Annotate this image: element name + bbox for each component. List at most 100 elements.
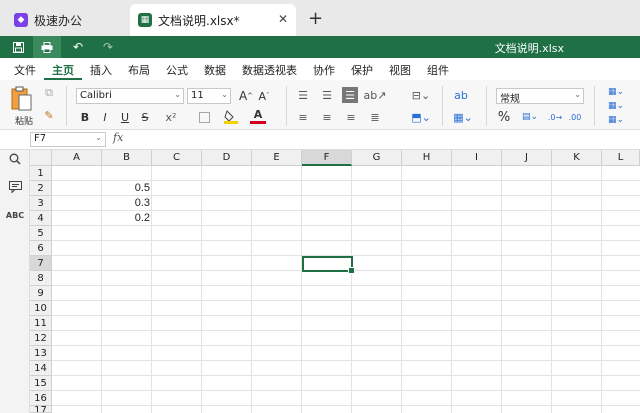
paste-button[interactable] [10, 86, 34, 112]
menu-protect[interactable]: 保护 [343, 58, 381, 80]
row-header[interactable]: 9 [30, 286, 52, 301]
copy-icon[interactable]: ⧉ [42, 86, 56, 100]
number-format-select[interactable]: 常规 ⌄ [496, 88, 584, 105]
column-header-e[interactable]: E [252, 150, 302, 166]
insert-cells-icon[interactable]: ▦⌄ [604, 86, 628, 98]
format-cells-icon[interactable]: ▦⌄ [604, 114, 628, 126]
menu-formula[interactable]: 公式 [158, 58, 196, 80]
spellcheck-icon[interactable]: ABC [6, 208, 24, 222]
cell-b4[interactable]: 0.2 [102, 211, 152, 226]
column-header-l[interactable]: L [602, 150, 640, 166]
column-header-a[interactable]: A [52, 150, 102, 166]
table-style-icon[interactable]: ▦⌄ [452, 110, 474, 124]
row-header[interactable]: 4 [30, 211, 52, 226]
font-name-select[interactable]: Calibri ⌄ [76, 88, 184, 104]
close-icon[interactable]: ✕ [278, 12, 288, 26]
selected-cell-f7[interactable] [302, 256, 355, 274]
row-header[interactable]: 11 [30, 316, 52, 331]
save-icon[interactable] [4, 36, 32, 58]
column-header-k[interactable]: K [552, 150, 602, 166]
redo-icon[interactable]: ↷ [94, 36, 122, 58]
tab-app-home[interactable]: ◆ 极速办公 [6, 4, 128, 36]
row-header[interactable]: 17 [30, 406, 52, 413]
menu-view[interactable]: 视图 [381, 58, 419, 80]
select-all-corner[interactable] [30, 150, 52, 166]
row-header[interactable]: 6 [30, 241, 52, 256]
bold-button[interactable]: B [78, 110, 92, 124]
function-icon[interactable]: fx [113, 131, 123, 144]
row-header[interactable]: 1 [30, 166, 52, 181]
merge-cells-icon[interactable]: ⊟⌄ [410, 88, 432, 102]
row-header[interactable]: 13 [30, 346, 52, 361]
underline-button[interactable]: U [118, 110, 132, 124]
tab-label: 文档说明.xlsx* [158, 13, 240, 28]
increase-font-icon[interactable]: A ^ [238, 88, 254, 104]
column-header-i[interactable]: I [452, 150, 502, 166]
paste-label: 粘贴 [14, 116, 33, 127]
tab-document[interactable]: ▦ 文档说明.xlsx* ✕ [130, 4, 296, 36]
menu-collaborate[interactable]: 协作 [305, 58, 343, 80]
border-icon[interactable] [196, 110, 212, 124]
wrap-text-icon[interactable]: ⬒⌄ [410, 110, 432, 124]
align-middle-icon[interactable]: ☰ [320, 88, 334, 102]
italic-button[interactable]: I [98, 110, 112, 124]
column-header-d[interactable]: D [202, 150, 252, 166]
menu-bar: 文件 主页 插入 布局 公式 数据 数据透视表 协作 保护 视图 组件 [0, 58, 640, 80]
menu-plugins[interactable]: 组件 [419, 58, 457, 80]
comment-icon[interactable] [8, 180, 22, 194]
increase-decimal-icon[interactable]: .0→ [546, 110, 564, 124]
new-tab-plus-icon[interactable]: + [308, 8, 323, 29]
row-header-selected[interactable]: 7 [30, 256, 52, 271]
format-painter-icon[interactable]: ✎ [42, 108, 56, 122]
undo-icon[interactable]: ↶ [64, 36, 92, 58]
column-header-j[interactable]: J [502, 150, 552, 166]
row-header[interactable]: 15 [30, 376, 52, 391]
font-size-select[interactable]: 11 ⌄ [187, 88, 231, 104]
delete-cells-icon[interactable]: ▦⌄ [604, 100, 628, 112]
justify-icon[interactable]: ≣ [368, 110, 382, 124]
decrease-decimal-icon[interactable]: .00 [566, 110, 584, 124]
font-color-icon[interactable]: A [250, 108, 266, 124]
row-header[interactable]: 16 [30, 391, 52, 406]
tab-label: 极速办公 [34, 13, 83, 28]
text-orientation-icon[interactable]: ab↗ [364, 88, 387, 102]
search-icon[interactable] [8, 152, 22, 166]
column-header-c[interactable]: C [152, 150, 202, 166]
align-top-icon[interactable]: ☰ [296, 88, 310, 102]
row-header[interactable]: 2 [30, 181, 52, 196]
align-right-icon[interactable]: ≡ [344, 110, 358, 124]
menu-data[interactable]: 数据 [196, 58, 234, 80]
formula-input[interactable] [130, 132, 630, 147]
row-header[interactable]: 8 [30, 271, 52, 286]
column-header-b[interactable]: B [102, 150, 152, 166]
accounting-format-icon[interactable]: ▤⌄ [516, 110, 544, 124]
decrease-font-icon[interactable]: Aˇ [256, 88, 272, 104]
align-bottom-icon[interactable]: ☰ [342, 87, 358, 103]
fill-color-icon[interactable] [222, 108, 240, 124]
row-header[interactable]: 3 [30, 196, 52, 211]
print-icon[interactable] [33, 36, 61, 58]
menu-file[interactable]: 文件 [6, 58, 44, 80]
menu-layout[interactable]: 布局 [120, 58, 158, 80]
row-header[interactable]: 12 [30, 331, 52, 346]
menu-insert[interactable]: 插入 [82, 58, 120, 80]
conditional-format-icon[interactable]: ab [452, 88, 470, 102]
cell-area[interactable]: 0.5 0.3 0.2 [52, 166, 640, 413]
row-header[interactable]: 10 [30, 301, 52, 316]
name-box[interactable]: F7 ⌄ [30, 132, 106, 147]
superscript-icon[interactable]: x² [160, 110, 182, 124]
cell-b2[interactable]: 0.5 [102, 181, 152, 196]
row-header[interactable]: 5 [30, 226, 52, 241]
cell-b3[interactable]: 0.3 [102, 196, 152, 211]
menu-home[interactable]: 主页 [44, 58, 82, 80]
strikethrough-button[interactable]: S [138, 110, 152, 124]
row-header[interactable]: 14 [30, 361, 52, 376]
align-left-icon[interactable]: ≡ [296, 110, 310, 124]
column-header-g[interactable]: G [352, 150, 402, 166]
column-header-f[interactable]: F [302, 150, 352, 166]
percent-button[interactable]: % [496, 109, 512, 125]
menu-pivot-table[interactable]: 数据透视表 [234, 58, 305, 80]
formula-bar: F7 ⌄ fx [0, 130, 640, 150]
align-center-icon[interactable]: ≡ [320, 110, 334, 124]
column-header-h[interactable]: H [402, 150, 452, 166]
